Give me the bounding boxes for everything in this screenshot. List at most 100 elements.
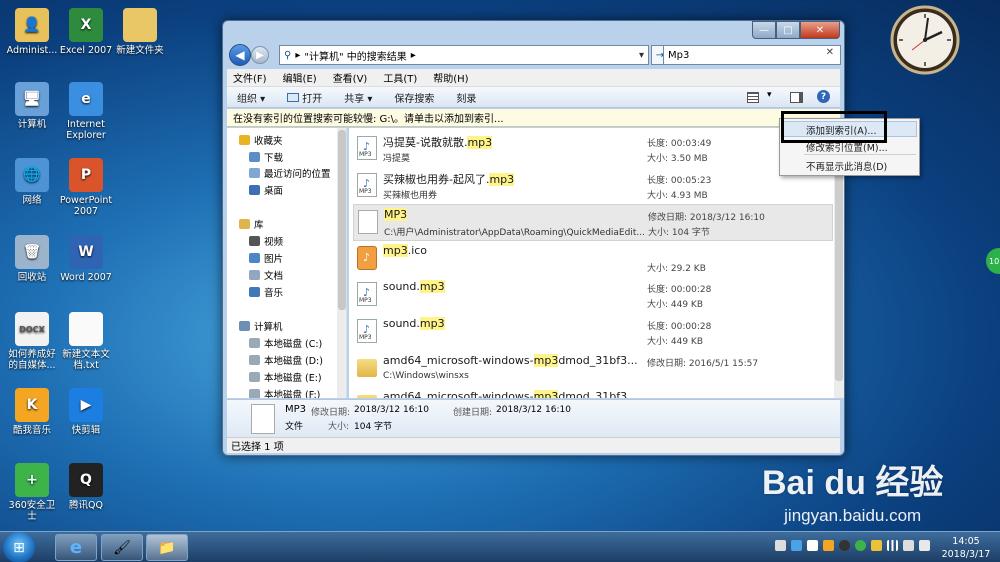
- tray-icon-orange[interactable]: [823, 540, 834, 551]
- clock-gadget[interactable]: [890, 4, 960, 94]
- nav-item[interactable]: 本地磁盘 (F:): [249, 387, 320, 398]
- menu-separator: [804, 154, 916, 155]
- folder-icon: 📁: [158, 539, 176, 556]
- help-icon[interactable]: ?: [817, 90, 830, 103]
- nav-item[interactable]: 本地磁盘 (D:): [249, 353, 323, 367]
- nav-item[interactable]: 桌面: [249, 183, 283, 197]
- desktop-icon[interactable]: 新建文本文档.txt: [58, 312, 114, 371]
- desktop-icon[interactable]: W Word 2007: [58, 235, 114, 283]
- tray-icon-yellow[interactable]: [871, 540, 882, 551]
- network-icon[interactable]: [887, 540, 898, 551]
- result-row[interactable]: ♪ MP3 sound.mp3 长度: 00:00:28 大小: 449 KB: [353, 277, 833, 314]
- result-row[interactable]: amd64_microsoft-windows-mp3dmod_31bf3...…: [353, 351, 833, 388]
- desktop-icon[interactable]: 🖥 计算机: [4, 82, 60, 130]
- flag-icon[interactable]: [903, 540, 914, 551]
- share-label: 共享 ▾: [344, 93, 373, 105]
- search-input[interactable]: Mp3 ✕: [663, 45, 841, 65]
- index-info-bar[interactable]: 在没有索引的位置搜索可能较慢: G:\。请单击以添加到索引...: [227, 109, 840, 127]
- menu-item[interactable]: 编辑(E): [283, 70, 317, 85]
- view-dropdown-icon[interactable]: ▾: [767, 90, 772, 100]
- minimize-button[interactable]: —: [752, 21, 776, 39]
- search-match-highlight: mp3: [383, 243, 408, 257]
- volume-icon[interactable]: [919, 540, 930, 551]
- keyboard-icon[interactable]: [775, 540, 786, 551]
- desktop-icon[interactable]: P PowerPoint 2007: [58, 158, 114, 217]
- nav-scrollbar[interactable]: [337, 128, 346, 398]
- save-search-button[interactable]: 保存搜索: [394, 90, 434, 105]
- nav-item[interactable]: 音乐: [249, 285, 283, 299]
- address-dropdown-icon[interactable]: ▾: [639, 50, 644, 61]
- organize-button[interactable]: 组织 ▾: [237, 90, 265, 105]
- burn-button[interactable]: 刻录: [456, 90, 476, 105]
- view-options-icon[interactable]: [747, 92, 759, 103]
- nav-item[interactable]: 本地磁盘 (E:): [249, 370, 322, 384]
- result-row[interactable]: ♪ MP3 买辣椒也用券-起风了.mp3 买辣椒也用券 长度: 00:05:23 大小: …: [353, 168, 833, 205]
- forward-button[interactable]: ▶: [251, 46, 269, 64]
- desktop-icon[interactable]: X Excel 2007: [58, 8, 114, 56]
- desktop-icon[interactable]: 👤 Administ...: [4, 8, 60, 56]
- result-row[interactable]: MP3 C:\用户\Administrator\AppData\Roaming\Q…: [353, 204, 833, 242]
- nav-item[interactable]: 视频: [249, 234, 283, 248]
- taskbar-explorer-button[interactable]: 📁: [146, 534, 188, 561]
- result-row[interactable]: ♪ MP3 冯提莫-说散就散.mp3 冯提莫 长度: 00:03:49 大小: 3.50 …: [353, 131, 833, 168]
- desktop-icon[interactable]: K 酷我音乐: [4, 388, 60, 436]
- desktop-icon[interactable]: +360安全卫士: [4, 463, 60, 522]
- start-button[interactable]: ⊞: [3, 532, 35, 562]
- menu-item[interactable]: 工具(T): [383, 70, 417, 85]
- paint-icon: 🖌: [113, 539, 131, 556]
- nav-item[interactable]: 下载: [249, 150, 283, 164]
- share-button[interactable]: 共享 ▾: [344, 90, 372, 105]
- desktop-icon[interactable]: 🗑 回收站: [4, 235, 60, 283]
- taskbar-ie-button[interactable]: e: [55, 534, 97, 561]
- taskbar-paint-button[interactable]: 🖌: [101, 534, 143, 561]
- nav-item[interactable]: 计算机: [239, 319, 283, 333]
- result-row[interactable]: amd64_microsoft-windows-mp3dmod_31bf3...: [353, 387, 833, 398]
- close-button[interactable]: ✕: [800, 21, 840, 39]
- menu-item-dont-show-again[interactable]: 不再显示此消息(D): [806, 159, 887, 173]
- preview-pane-icon[interactable]: [790, 92, 803, 103]
- search-match-highlight: mp3: [419, 280, 445, 294]
- result-row[interactable]: ♪ MP3 sound.mp3 长度: 00:00:28 大小: 449 KB: [353, 314, 833, 351]
- nav-item-label: 本地磁盘 (D:): [264, 356, 323, 367]
- address-bar[interactable]: ⚲ ▸ "计算机" 中的搜索结果 ▸ ▾: [279, 45, 649, 65]
- maximize-button[interactable]: □: [776, 21, 800, 39]
- menu-item[interactable]: 文件(F): [233, 70, 267, 85]
- desktop-icon[interactable]: 🌐 网络: [4, 158, 60, 206]
- result-subtitle: C:\Windows\winsxs: [383, 370, 469, 381]
- nav-item[interactable]: 收藏夹: [239, 133, 283, 147]
- details-created-label: 创建日期:: [453, 408, 493, 418]
- tray-icon-blue[interactable]: [791, 540, 802, 551]
- nav-item[interactable]: 图片: [249, 251, 283, 265]
- back-button[interactable]: ◀: [229, 44, 251, 66]
- search-match-highlight: mp3: [467, 136, 493, 149]
- nav-item[interactable]: 文档: [249, 268, 283, 282]
- qq-tray-icon[interactable]: [839, 540, 850, 551]
- desktop-icon[interactable]: e Internet Explorer: [58, 82, 114, 141]
- desktop-icon[interactable]: Q 腾讯QQ: [58, 463, 114, 511]
- desktop-icon-image: P: [69, 158, 103, 192]
- desktop-icon[interactable]: 新建文件夹: [112, 8, 168, 56]
- nav-item[interactable]: 库: [239, 217, 264, 231]
- nav-item[interactable]: 本地磁盘 (C:): [249, 336, 322, 350]
- desktop-icon[interactable]: DOCX 如何养成好的自媒体...: [4, 312, 60, 371]
- desktop-icon: [249, 185, 260, 195]
- tray-icon-white[interactable]: [807, 540, 818, 551]
- menu-item[interactable]: 帮助(H): [433, 70, 468, 85]
- mp3-file-icon: ♪ MP3: [357, 136, 377, 160]
- recent-places-icon: [249, 168, 260, 178]
- nav-item[interactable]: 最近访问的位置: [249, 166, 331, 180]
- nav-item-label: 收藏夹: [254, 136, 283, 147]
- clear-search-icon[interactable]: ✕: [826, 47, 834, 58]
- result-row[interactable]: ♪ mp3.ico 大小: 29.2 KB: [353, 241, 833, 278]
- taskbar-clock[interactable]: 14:05 2018/3/17: [940, 535, 992, 561]
- nav-scrollbar-thumb[interactable]: [338, 130, 346, 310]
- blank-file-icon: [358, 210, 378, 235]
- desktop-icon[interactable]: ▶ 快剪辑: [58, 388, 114, 436]
- 360-tray-icon[interactable]: [855, 540, 866, 551]
- open-button[interactable]: 打开: [287, 90, 322, 105]
- menu-item[interactable]: 查看(V): [333, 70, 368, 85]
- side-badge[interactable]: 10: [986, 248, 1000, 274]
- result-meta-2: 大小: 449 KB: [647, 300, 704, 311]
- folder-icon: [357, 358, 377, 377]
- desktop-icon-label: Word 2007: [60, 272, 112, 283]
